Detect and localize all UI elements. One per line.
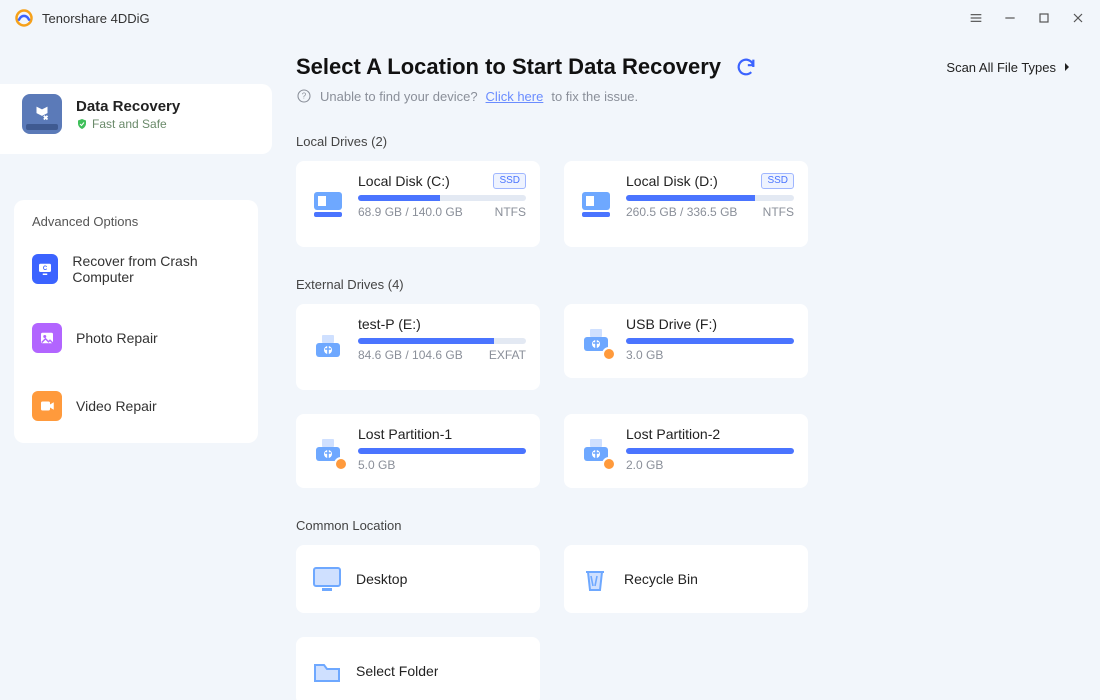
location-label: Recycle Bin — [624, 571, 698, 587]
usage-bar — [626, 338, 794, 344]
hint-link[interactable]: Click here — [486, 89, 544, 104]
section-title-external: External Drives (4) — [296, 277, 1072, 292]
hdd-icon — [578, 186, 614, 222]
drive-name: Lost Partition-1 — [358, 426, 452, 442]
advanced-options-panel: Advanced Options C Recover from Crash Co… — [14, 200, 258, 443]
app-title: Tenorshare 4DDiG — [42, 11, 150, 26]
refresh-icon[interactable] — [735, 56, 757, 78]
sidebar-item-photo-repair[interactable]: Photo Repair — [24, 311, 248, 365]
drive-name: Local Disk (D:) — [626, 173, 718, 189]
drive-size: 68.9 GB / 140.0 GB — [358, 205, 463, 219]
drive-size: 5.0 GB — [358, 458, 395, 472]
usage-bar — [626, 195, 794, 201]
sidebar-primary-subtitle: Fast and Safe — [92, 117, 167, 131]
recycle-bin-icon — [578, 562, 612, 596]
sidebar-item-label: Photo Repair — [76, 330, 158, 346]
app-logo-icon — [14, 8, 34, 28]
drive-fs: NTFS — [495, 205, 526, 219]
drive-fs: EXFAT — [489, 348, 526, 362]
usage-bar — [358, 338, 526, 344]
scan-file-types-button[interactable]: Scan All File Types — [946, 60, 1072, 75]
question-circle-icon: ? — [296, 88, 312, 104]
usb-drive-icon — [310, 329, 346, 365]
drive-size: 2.0 GB — [626, 458, 663, 472]
drive-name: test-P (E:) — [358, 316, 421, 332]
sidebar-item-recover-crash[interactable]: C Recover from Crash Computer — [24, 241, 248, 297]
desktop-icon — [310, 562, 344, 596]
drive-card-local-c[interactable]: Local Disk (C:) SSD 68.9 GB / 140.0 GB N… — [296, 161, 540, 247]
drive-size: 260.5 GB / 336.5 GB — [626, 205, 737, 219]
location-card-recycle-bin[interactable]: Recycle Bin — [564, 545, 808, 613]
folder-icon — [310, 654, 344, 688]
minimize-icon[interactable] — [1002, 10, 1018, 26]
video-repair-icon — [32, 391, 62, 421]
location-card-select-folder[interactable]: Select Folder — [296, 637, 540, 700]
usb-drive-icon — [578, 433, 614, 469]
drive-card-local-d[interactable]: Local Disk (D:) SSD 260.5 GB / 336.5 GB … — [564, 161, 808, 247]
section-title-local: Local Drives (2) — [296, 134, 1072, 149]
usb-drive-icon — [310, 433, 346, 469]
usb-drive-icon — [578, 323, 614, 359]
sidebar: Data Recovery Fast and Safe Advanced Opt… — [0, 36, 272, 700]
drive-size: 84.6 GB / 104.6 GB — [358, 348, 463, 362]
usage-bar — [358, 195, 526, 201]
warning-badge-icon — [602, 457, 616, 471]
drive-name: USB Drive (F:) — [626, 316, 717, 332]
sidebar-primary-title: Data Recovery — [76, 98, 180, 115]
svg-text:C: C — [43, 266, 48, 272]
location-label: Desktop — [356, 571, 407, 587]
scan-file-types-label: Scan All File Types — [946, 60, 1056, 75]
monitor-crash-icon: C — [32, 254, 58, 284]
chevron-right-icon — [1062, 62, 1072, 72]
hdd-icon — [310, 186, 346, 222]
sidebar-item-video-repair[interactable]: Video Repair — [24, 379, 248, 433]
sidebar-item-data-recovery[interactable]: Data Recovery Fast and Safe — [0, 84, 272, 154]
svg-text:?: ? — [302, 92, 307, 101]
drive-card-lost-2[interactable]: Lost Partition-2 2.0 GB — [564, 414, 808, 488]
menu-icon[interactable] — [968, 10, 984, 26]
section-title-common: Common Location — [296, 518, 1072, 533]
location-label: Select Folder — [356, 663, 438, 679]
drive-size: 3.0 GB — [626, 348, 663, 362]
shield-check-icon — [76, 118, 88, 130]
main-panel: Select A Location to Start Data Recovery… — [272, 36, 1100, 700]
drive-name: Lost Partition-2 — [626, 426, 720, 442]
maximize-icon[interactable] — [1036, 10, 1052, 26]
drive-card-external-f[interactable]: USB Drive (F:) 3.0 GB — [564, 304, 808, 378]
drive-card-lost-1[interactable]: Lost Partition-1 5.0 GB — [296, 414, 540, 488]
sidebar-item-label: Recover from Crash Computer — [72, 253, 240, 285]
drive-badge: SSD — [493, 173, 526, 189]
sidebar-item-label: Video Repair — [76, 398, 157, 414]
location-card-desktop[interactable]: Desktop — [296, 545, 540, 613]
hint-pre: Unable to find your device? — [320, 89, 478, 104]
drive-badge: SSD — [761, 173, 794, 189]
drive-name: Local Disk (C:) — [358, 173, 450, 189]
usage-bar — [626, 448, 794, 454]
close-icon[interactable] — [1070, 10, 1086, 26]
page-title: Select A Location to Start Data Recovery — [296, 54, 721, 80]
photo-repair-icon — [32, 323, 62, 353]
drive-fs: NTFS — [763, 205, 794, 219]
usage-bar — [358, 448, 526, 454]
device-hint: ? Unable to find your device? Click here… — [296, 88, 1072, 104]
warning-badge-icon — [334, 457, 348, 471]
titlebar: Tenorshare 4DDiG — [0, 0, 1100, 36]
warning-badge-icon — [602, 347, 616, 361]
hint-post: to fix the issue. — [551, 89, 638, 104]
data-recovery-icon — [22, 94, 62, 134]
advanced-options-title: Advanced Options — [32, 214, 240, 229]
drive-card-external-e[interactable]: test-P (E:) 84.6 GB / 104.6 GB EXFAT — [296, 304, 540, 390]
